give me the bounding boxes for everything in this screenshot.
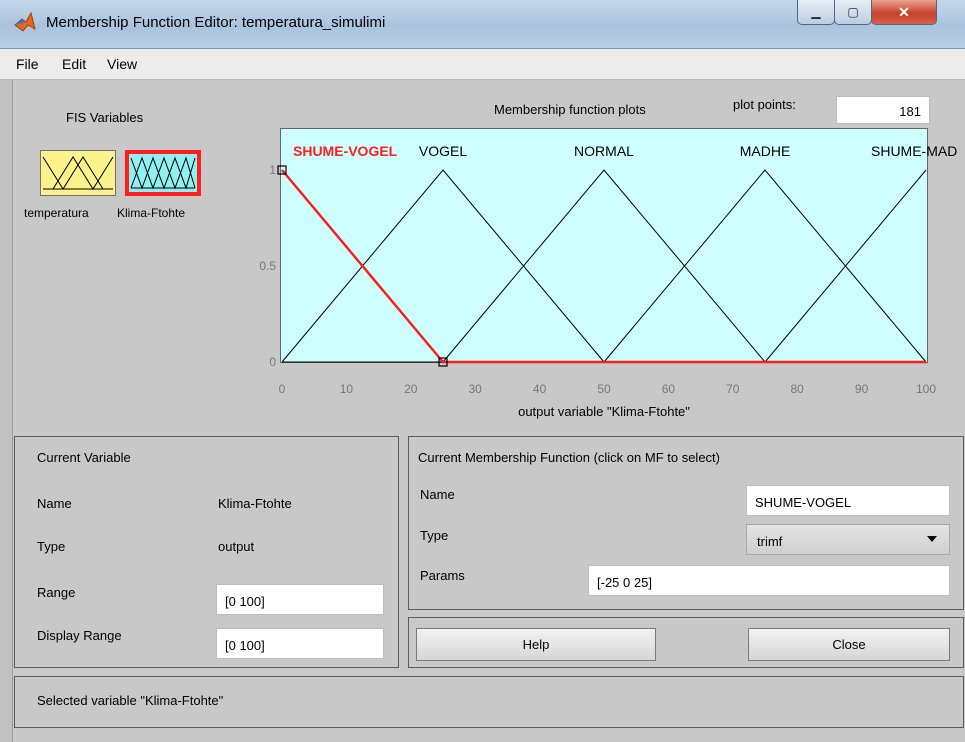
x-tick-label: 10 bbox=[339, 382, 354, 396]
cv-type-label: Type bbox=[37, 539, 66, 554]
cv-range-label: Range bbox=[37, 585, 76, 600]
mf-curve-madhe[interactable] bbox=[603, 169, 927, 363]
range-input[interactable]: [0 100] bbox=[216, 584, 384, 615]
help-button[interactable]: Help bbox=[416, 628, 656, 661]
cv-display-range-label: Display Range bbox=[37, 628, 122, 643]
mf-curve-vogel[interactable] bbox=[281, 169, 605, 363]
x-tick-label: 90 bbox=[854, 382, 869, 396]
x-tick-label: 100 bbox=[915, 382, 937, 396]
mf-name-label: Name bbox=[420, 487, 455, 502]
x-tick-label: 0 bbox=[278, 382, 286, 396]
mf-params-label: Params bbox=[420, 568, 465, 583]
mf-label-madhe[interactable]: MADHE bbox=[740, 143, 791, 159]
y-tick-label: 0 bbox=[269, 355, 276, 369]
y-tick-label: 0.5 bbox=[259, 259, 276, 273]
status-text: Selected variable "Klima-Ftohte" bbox=[37, 693, 224, 708]
current-mf-title: Current Membership Function (click on MF… bbox=[418, 450, 720, 465]
cv-name-label: Name bbox=[37, 496, 72, 511]
current-variable-title: Current Variable bbox=[37, 450, 131, 465]
mf-label-shume-vogel[interactable]: SHUME-VOGEL bbox=[293, 143, 397, 159]
cv-type-value: output bbox=[218, 539, 255, 554]
mf-label-shume-madhe[interactable]: SHUME-MAD bbox=[871, 143, 965, 159]
x-tick-label: 60 bbox=[661, 382, 676, 396]
display-range-input[interactable]: [0 100] bbox=[216, 628, 384, 659]
mf-type-label: Type bbox=[420, 528, 449, 543]
mf-name-input[interactable]: SHUME-VOGEL bbox=[746, 485, 950, 516]
mf-label-normal[interactable]: NORMAL bbox=[574, 143, 634, 159]
mf-type-value: trimf bbox=[757, 534, 783, 549]
x-tick-label: 70 bbox=[726, 382, 740, 396]
cv-name-value: Klima-Ftohte bbox=[218, 496, 292, 511]
mf-params-input[interactable]: [-25 0 25] bbox=[588, 565, 950, 596]
mf-type-select[interactable]: trimf bbox=[746, 524, 950, 555]
x-tick-label: 50 bbox=[597, 382, 611, 396]
x-tick-label: 40 bbox=[532, 382, 547, 396]
x-axis-label: output variable "Klima-Ftohte" bbox=[518, 404, 690, 419]
x-tick-label: 80 bbox=[790, 382, 804, 396]
mf-curve-normal[interactable] bbox=[442, 169, 766, 363]
mf-curve-shume-vogel[interactable] bbox=[281, 169, 926, 364]
y-tick-label: 1 bbox=[269, 163, 276, 177]
chevron-down-icon bbox=[927, 536, 937, 542]
mf-label-vogel[interactable]: VOGEL bbox=[419, 143, 467, 159]
x-tick-label: 30 bbox=[468, 382, 482, 396]
close-button[interactable]: Close bbox=[748, 628, 950, 661]
x-tick-label: 20 bbox=[404, 382, 418, 396]
